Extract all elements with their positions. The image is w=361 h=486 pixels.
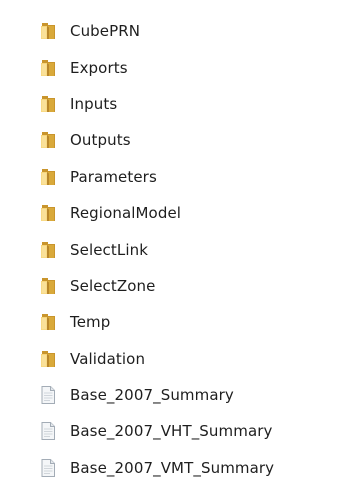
item-label: SelectLink — [70, 240, 148, 259]
document-icon — [38, 385, 58, 405]
folder-icon — [38, 94, 58, 114]
item-label: Base_2007_VHT_Summary — [70, 422, 273, 441]
item-label: Outputs — [70, 131, 131, 150]
item-label: Exports — [70, 58, 128, 77]
folder-icon — [38, 312, 58, 332]
folder-icon — [38, 130, 58, 150]
folder-icon — [38, 276, 58, 296]
item-label: Base_2007_VMT_Summary — [70, 458, 275, 477]
folder-icon — [38, 167, 58, 187]
item-label: CubePRN — [70, 22, 141, 41]
item-label: Parameters — [70, 167, 157, 186]
folder-icon — [38, 21, 58, 41]
file-list: CubePRN Exports Inputs Outputs Parameter… — [38, 13, 274, 486]
list-item-folder-outputs[interactable]: Outputs — [38, 122, 274, 158]
document-icon — [38, 458, 58, 478]
folder-icon — [38, 349, 58, 369]
list-item-file-base-2007-summary[interactable]: Base_2007_Summary — [38, 377, 274, 413]
folder-icon — [38, 58, 58, 78]
item-label: Base_2007_Summary — [70, 386, 234, 405]
list-item-file-base-2007-vmt-summary[interactable]: Base_2007_VMT_Summary — [38, 450, 274, 486]
folder-icon — [38, 240, 58, 260]
list-item-folder-temp[interactable]: Temp — [38, 304, 274, 340]
document-icon — [38, 421, 58, 441]
item-label: Inputs — [70, 94, 118, 113]
list-item-folder-validation[interactable]: Validation — [38, 341, 274, 377]
item-label: Validation — [70, 349, 146, 368]
list-item-folder-exports[interactable]: Exports — [38, 49, 274, 85]
folder-icon — [38, 203, 58, 223]
list-item-folder-selectlink[interactable]: SelectLink — [38, 231, 274, 267]
list-item-folder-regionalmodel[interactable]: RegionalModel — [38, 195, 274, 231]
item-label: RegionalModel — [70, 204, 182, 223]
item-label: Temp — [70, 313, 111, 332]
list-item-folder-inputs[interactable]: Inputs — [38, 86, 274, 122]
list-item-folder-selectzone[interactable]: SelectZone — [38, 268, 274, 304]
item-label: SelectZone — [70, 276, 156, 295]
list-item-file-base-2007-vht-summary[interactable]: Base_2007_VHT_Summary — [38, 413, 274, 449]
list-item-folder-parameters[interactable]: Parameters — [38, 159, 274, 195]
list-item-folder-cubeprn[interactable]: CubePRN — [38, 13, 274, 49]
